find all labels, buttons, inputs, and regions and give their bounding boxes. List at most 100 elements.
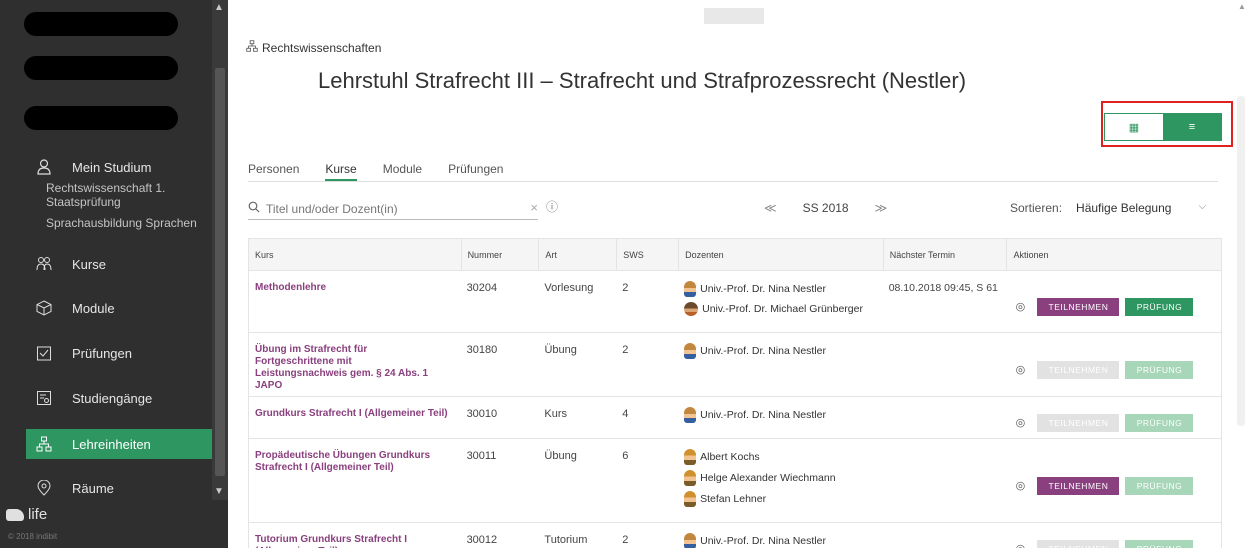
sort-control: Sortieren: Häufige Belegung ⌵	[1010, 201, 1206, 215]
semester-selector: ≪ SS 2018 ≫	[764, 201, 887, 215]
next-semester-icon[interactable]: ≫	[875, 201, 888, 215]
scroll-down-icon[interactable]: ▼	[214, 486, 224, 497]
clear-icon[interactable]: ×	[530, 200, 538, 215]
sidebar-item-label: Mein Studium	[72, 159, 152, 175]
join-button[interactable]: TEILNEHMEN	[1037, 297, 1120, 316]
scroll-up-icon[interactable]: ▲	[214, 2, 224, 13]
column-header[interactable]: Dozenten	[678, 238, 883, 271]
list-view-icon[interactable]: ≡	[1163, 114, 1221, 140]
copyright: © 2018 indibit	[8, 532, 58, 541]
main-content: Rechtswissenschaften Lehrstuhl Strafrech…	[228, 0, 1249, 548]
sidebar-item-module[interactable]: Module	[26, 293, 212, 323]
table-row: Übung im Strafrecht für Fortgeschrittene…	[249, 333, 1221, 397]
lecturer-name: Univ.-Prof. Dr. Nina Nestler	[700, 535, 826, 547]
course-sws: 2	[622, 534, 629, 546]
sidebar-item-studiengaenge[interactable]: Studiengänge	[26, 383, 212, 413]
course-number: 30204	[466, 282, 498, 294]
column-header[interactable]: Nummer	[460, 238, 539, 271]
search-input[interactable]: Titel und/oder Dozent(in) ×	[248, 198, 538, 220]
grid-view-icon[interactable]: ▦	[1105, 114, 1163, 140]
join-button[interactable]: TEILNEHMEN	[1037, 476, 1120, 495]
course-number: 30012	[466, 534, 498, 546]
eye-icon[interactable]: ◎	[1012, 543, 1028, 548]
course-sws: 4	[622, 408, 629, 420]
tab-bar: Personen Kurse Module Prüfungen	[248, 158, 1218, 182]
sidebar-item-label: Kurse	[72, 256, 106, 272]
sidebar-item-raeume[interactable]: Räume	[26, 473, 212, 503]
location-icon	[32, 478, 56, 498]
table-row: Tutorium Grundkurs Strafrecht I (Allgeme…	[249, 523, 1221, 548]
avatar	[684, 302, 699, 316]
lecturer[interactable]: Stefan Lehner	[684, 491, 883, 507]
sidebar-item-pruefungen[interactable]: Prüfungen	[26, 338, 212, 368]
tab-kurse[interactable]: Kurse	[325, 158, 357, 181]
course-link[interactable]: Übung im Strafrecht für Fortgeschrittene…	[255, 344, 428, 391]
table-header: Kurs Nummer Art SWS Dozenten Nächster Te…	[249, 238, 1221, 271]
eye-icon[interactable]: ◎	[1012, 480, 1028, 492]
table-row: Grundkurs Strafrecht I (Allgemeiner Teil…	[249, 397, 1221, 439]
scroll-up-icon[interactable]: ▲	[1238, 2, 1246, 11]
sidebar-item-mein-studium[interactable]: Mein Studium	[26, 152, 212, 182]
course-sws: 2	[622, 344, 629, 356]
chevron-down-icon: ⌵	[1198, 201, 1207, 212]
lecturer[interactable]: Albert Kochs	[684, 449, 883, 465]
top-handle[interactable]	[704, 8, 764, 24]
course-link[interactable]: Tutorium Grundkurs Strafrecht I (Allgeme…	[255, 534, 407, 548]
course-sws: 6	[622, 450, 629, 462]
next-date: 08.10.2018 09:45, S 61	[888, 282, 998, 294]
eye-icon[interactable]: ◎	[1012, 417, 1028, 429]
column-header[interactable]: Kurs	[249, 239, 461, 271]
exam-button[interactable]: PRÜFUNG	[1125, 539, 1194, 548]
lecturer[interactable]: Helge Alexander Wiechmann	[684, 470, 883, 486]
lecturer[interactable]: Univ.-Prof. Dr. Nina Nestler	[684, 343, 883, 359]
sidebar-item-kurse[interactable]: Kurse	[26, 249, 212, 279]
redacted-block	[24, 106, 178, 130]
exam-button[interactable]: PRÜFUNG	[1125, 413, 1194, 432]
tab-personen[interactable]: Personen	[248, 158, 299, 181]
lecturer[interactable]: Univ.-Prof. Dr. Michael Grünberger	[684, 302, 883, 316]
current-semester: SS 2018	[802, 201, 849, 215]
course-table: Kurs Nummer Art SWS Dozenten Nächster Te…	[248, 238, 1222, 548]
course-type: Kurs	[544, 408, 568, 420]
avatar	[684, 533, 697, 548]
sidebar-scrollbar-thumb[interactable]	[215, 68, 225, 476]
join-button[interactable]: TEILNEHMEN	[1037, 413, 1120, 432]
user-icon	[32, 157, 56, 177]
info-icon[interactable]: ⓘ	[546, 198, 558, 215]
sort-select[interactable]: Häufige Belegung ⌵	[1076, 201, 1206, 215]
tab-pruefungen[interactable]: Prüfungen	[448, 158, 503, 181]
course-type: Übung	[544, 450, 577, 462]
exam-button[interactable]: PRÜFUNG	[1125, 360, 1194, 379]
next-date	[883, 343, 1007, 396]
lecturer-name: Stefan Lehner	[700, 493, 767, 505]
course-link[interactable]: Grundkurs Strafrecht I (Allgemeiner Teil…	[255, 408, 448, 419]
sort-label: Sortieren:	[1010, 201, 1063, 215]
sidebar-subitem-rechtswissenschaft[interactable]: Rechtswissenschaft 1. Staatsprüfung	[46, 181, 206, 209]
column-header[interactable]: SWS	[616, 238, 678, 271]
exam-button[interactable]: PRÜFUNG	[1125, 476, 1194, 495]
exam-button[interactable]: PRÜFUNG	[1125, 297, 1194, 316]
next-date	[883, 407, 1007, 438]
column-header[interactable]: Nächster Termin	[882, 238, 1007, 271]
course-link[interactable]: Methodenlehre	[255, 282, 326, 293]
avatar	[684, 343, 697, 359]
eye-icon[interactable]: ◎	[1012, 301, 1028, 313]
view-toggle[interactable]: ▦ ≡	[1104, 113, 1222, 141]
tab-module[interactable]: Module	[383, 158, 422, 181]
column-header[interactable]: Art	[538, 238, 616, 271]
course-link[interactable]: Propädeutische Übungen Grundkurs Strafre…	[255, 450, 430, 473]
join-button[interactable]: TEILNEHMEN	[1037, 360, 1120, 379]
lecturer[interactable]: Univ.-Prof. Dr. Nina Nestler	[684, 281, 883, 297]
page-scrollbar[interactable]	[1237, 96, 1245, 426]
breadcrumb[interactable]: Rechtswissenschaften	[246, 40, 381, 55]
join-button[interactable]: TEILNEHMEN	[1037, 539, 1120, 548]
sidebar-item-lehreinheiten[interactable]: Lehreinheiten	[26, 429, 212, 459]
lecturer[interactable]: Univ.-Prof. Dr. Nina Nestler	[684, 533, 883, 548]
eye-icon[interactable]: ◎	[1012, 364, 1028, 376]
next-date	[883, 449, 1007, 522]
lecturer[interactable]: Univ.-Prof. Dr. Nina Nestler	[684, 407, 883, 423]
sidebar-subitem-sprachausbildung[interactable]: Sprachausbildung Sprachen	[46, 216, 197, 230]
breadcrumb-label[interactable]: Rechtswissenschaften	[262, 41, 381, 55]
lecturer-name: Helge Alexander Wiechmann	[700, 472, 836, 484]
previous-semester-icon[interactable]: ≪	[764, 201, 777, 215]
